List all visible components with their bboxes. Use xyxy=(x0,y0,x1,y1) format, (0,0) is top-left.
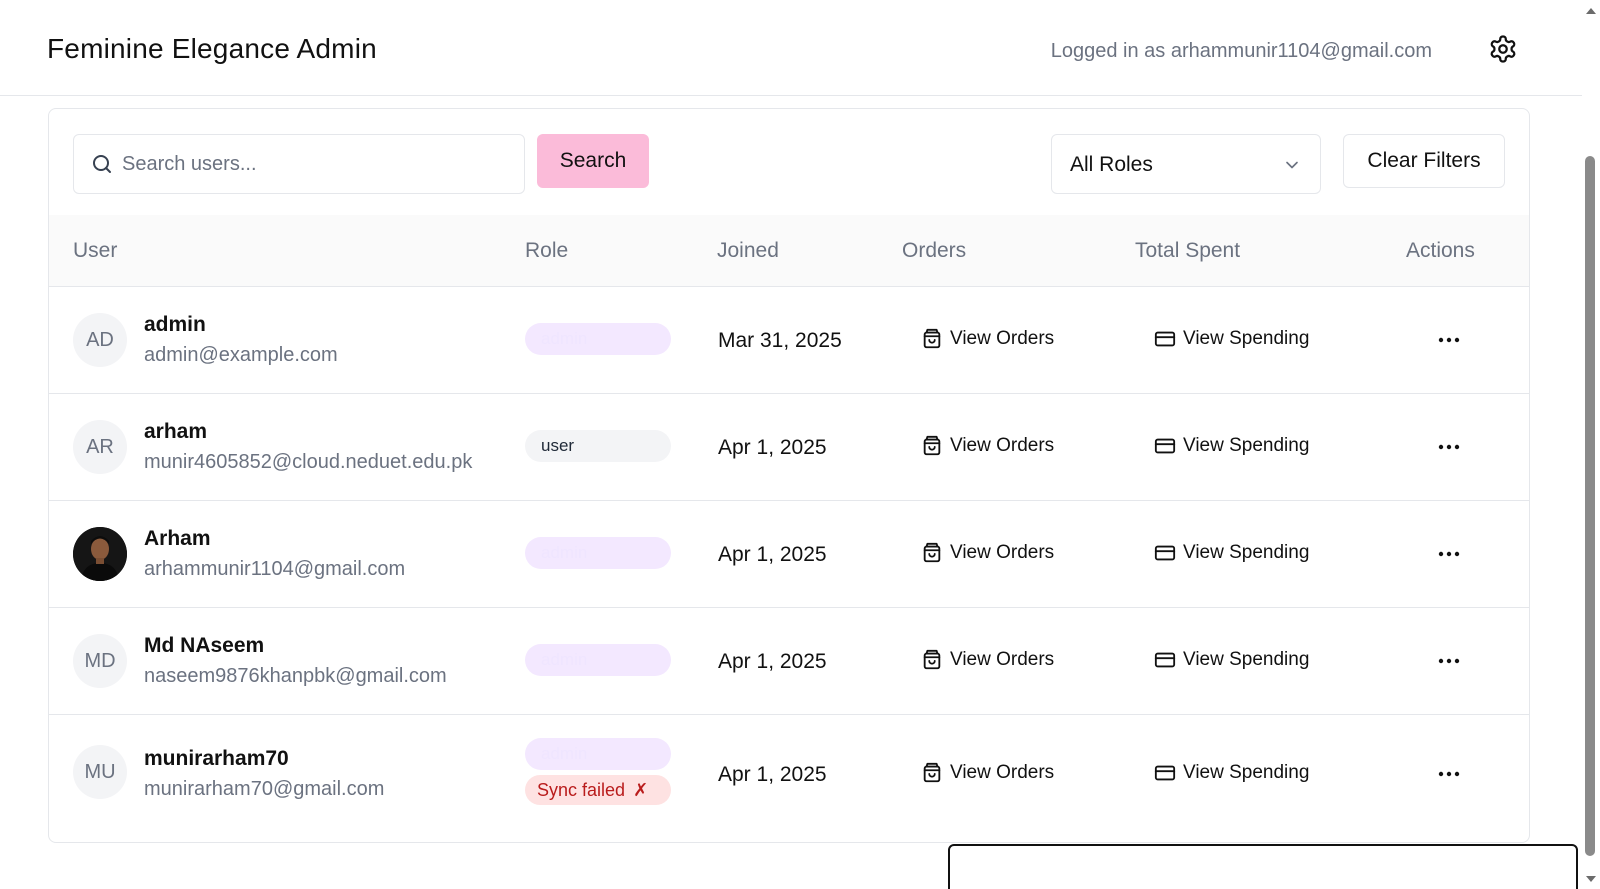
search-icon xyxy=(93,155,111,173)
credit-card-icon xyxy=(1154,545,1176,561)
column-header-role: Role xyxy=(525,239,569,262)
column-header-joined: Joined xyxy=(717,239,779,262)
joined-date: Apr 1, 2025 xyxy=(718,543,827,566)
role-badge: admin xyxy=(525,323,671,355)
column-header-total-spent: Total Spent xyxy=(1135,239,1241,262)
view-orders-label: View Orders xyxy=(950,328,1055,349)
shopping-bag-icon xyxy=(923,649,941,670)
column-header-actions: Actions xyxy=(1406,239,1475,262)
clear-filters-button[interactable]: Clear Filters xyxy=(1343,134,1505,188)
view-orders-label: View Orders xyxy=(950,649,1055,670)
user-name: admin xyxy=(144,313,206,336)
sync-status-badge: Sync failed ✗ xyxy=(525,775,671,805)
credit-card-icon xyxy=(1154,765,1176,781)
role-badge: user xyxy=(525,430,671,462)
view-spending-button[interactable]: View Spending xyxy=(1154,542,1309,564)
shopping-bag-icon xyxy=(923,435,941,456)
view-spending-label: View Spending xyxy=(1183,328,1310,349)
view-spending-button[interactable]: View Spending xyxy=(1154,328,1309,350)
app-title: Feminine Elegance Admin xyxy=(47,33,377,64)
avatar: AD xyxy=(73,313,127,367)
table-row: MD Md NAseem naseem9876khanpbk@gmail.com… xyxy=(49,608,1529,715)
top-bar: Feminine Elegance Admin Logged in as arh… xyxy=(0,0,1582,96)
logged-in-text: Logged in as arhammunir1104@gmail.com xyxy=(1050,40,1432,62)
role-filter-select[interactable]: All Roles xyxy=(1051,134,1321,194)
credit-card-icon xyxy=(1154,438,1176,454)
joined-date: Apr 1, 2025 xyxy=(718,650,827,673)
scroll-down-arrow-icon[interactable] xyxy=(1583,872,1599,886)
user-email: munirarham70@gmail.com xyxy=(144,778,385,800)
table-row: Arham arhammunir1104@gmail.com admin Apr… xyxy=(49,501,1529,608)
search-input[interactable] xyxy=(122,135,512,193)
view-orders-button[interactable]: View Orders xyxy=(921,435,1054,457)
avatar: MU xyxy=(73,745,127,799)
avatar-photo xyxy=(73,527,127,581)
user-name: Arham xyxy=(144,527,211,550)
role-filter-value: All Roles xyxy=(1070,153,1153,176)
user-email: admin@example.com xyxy=(144,344,338,366)
view-spending-label: View Spending xyxy=(1183,435,1310,456)
user-email: munir4605852@cloud.neduet.edu.pk xyxy=(144,451,473,473)
credit-card-icon xyxy=(1154,331,1176,347)
user-name: arham xyxy=(144,420,208,443)
gear-icon[interactable] xyxy=(1488,34,1518,64)
user-name: munirarham70 xyxy=(144,747,289,770)
credit-card-icon xyxy=(1154,652,1176,668)
user-email: naseem9876khanpbk@gmail.com xyxy=(144,665,447,687)
role-badge: admin xyxy=(525,738,671,770)
user-email: arhammunir1104@gmail.com xyxy=(144,558,406,580)
view-spending-button[interactable]: View Spending xyxy=(1154,435,1309,457)
table-row: AR arham munir4605852@cloud.neduet.edu.p… xyxy=(49,394,1529,501)
search-button[interactable]: Search xyxy=(537,134,649,188)
chevron-down-icon xyxy=(1286,161,1298,169)
more-actions-icon[interactable] xyxy=(1435,764,1463,784)
more-actions-icon[interactable] xyxy=(1435,437,1463,457)
column-header-orders: Orders xyxy=(902,239,967,262)
view-orders-button[interactable]: View Orders xyxy=(921,328,1054,350)
role-badge: admin xyxy=(525,644,671,676)
avatar: MD xyxy=(73,634,127,688)
user-photo xyxy=(73,527,127,581)
joined-date: Apr 1, 2025 xyxy=(718,763,827,786)
shopping-bag-icon xyxy=(923,328,941,349)
joined-date: Mar 31, 2025 xyxy=(718,329,842,352)
more-actions-icon[interactable] xyxy=(1435,330,1463,350)
role-badge: admin xyxy=(525,537,671,569)
table-header: User Role Joined Orders Total Spent Acti… xyxy=(49,215,1529,287)
view-spending-button[interactable]: View Spending xyxy=(1154,762,1309,784)
table-row: MU munirarham70 munirarham70@gmail.com a… xyxy=(49,715,1529,842)
shopping-bag-icon xyxy=(923,762,941,783)
shopping-bag-icon xyxy=(923,542,941,563)
view-spending-label: View Spending xyxy=(1183,762,1310,783)
view-orders-button[interactable]: View Orders xyxy=(921,762,1054,784)
view-spending-button[interactable]: View Spending xyxy=(1154,649,1309,671)
avatar: AR xyxy=(73,420,127,474)
search-field[interactable] xyxy=(73,134,525,194)
joined-date: Apr 1, 2025 xyxy=(718,436,827,459)
sync-failed-mark: ✗ xyxy=(633,779,649,800)
view-orders-label: View Orders xyxy=(950,542,1055,563)
view-orders-button[interactable]: View Orders xyxy=(921,649,1054,671)
view-orders-label: View Orders xyxy=(950,762,1055,783)
sync-status-text: Sync failed xyxy=(537,779,626,800)
toast-panel xyxy=(948,844,1578,889)
view-orders-label: View Orders xyxy=(950,435,1055,456)
table-row: AD admin admin@example.com admin Mar 31,… xyxy=(49,287,1529,394)
users-card: Search All Roles Clear Filters User Role… xyxy=(48,108,1530,843)
more-actions-icon[interactable] xyxy=(1435,651,1463,671)
user-name: Md NAseem xyxy=(144,634,265,657)
view-orders-button[interactable]: View Orders xyxy=(921,542,1054,564)
scroll-up-arrow-icon[interactable] xyxy=(1583,4,1599,18)
view-spending-label: View Spending xyxy=(1183,649,1310,670)
view-spending-label: View Spending xyxy=(1183,542,1310,563)
more-actions-icon[interactable] xyxy=(1435,544,1463,564)
column-header-user: User xyxy=(73,239,118,262)
scrollbar-thumb[interactable] xyxy=(1585,156,1595,856)
